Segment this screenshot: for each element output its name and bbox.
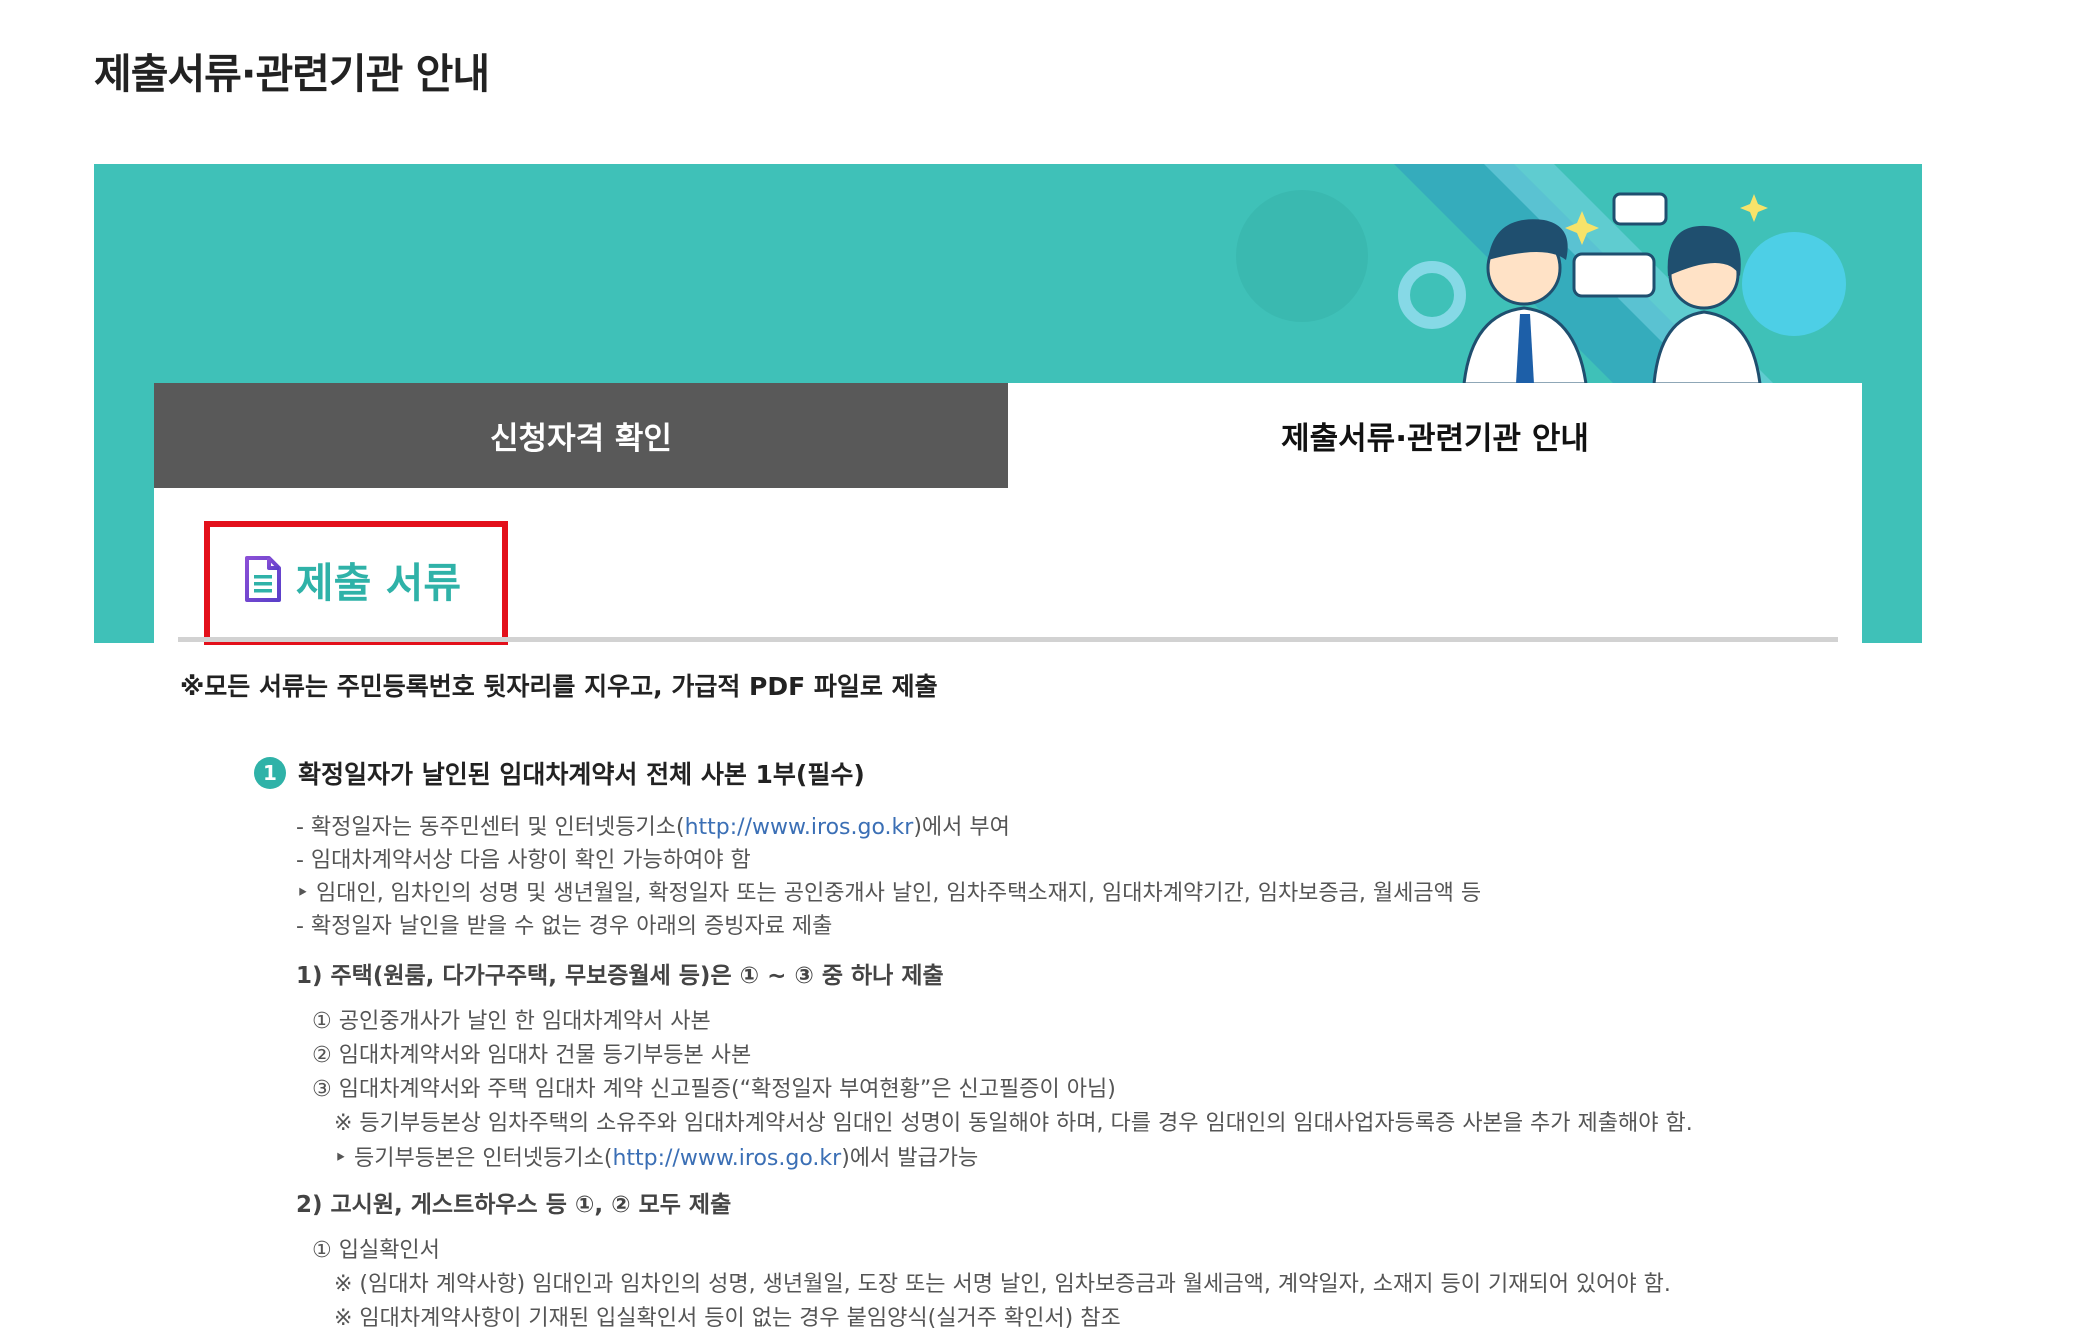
iros-link-2[interactable]: http://www.iros.go.kr [612, 1146, 841, 1171]
sub2-note-1: ※ (임대차 계약사항) 임대인과 임차인의 성명, 생년월일, 도장 또는 서… [334, 1272, 1671, 1297]
sub2-option-1: ① 입실확인서 [312, 1238, 440, 1263]
sub1-option-1: ① 공인중개사가 날인 한 임대차계약서 사본 [312, 1009, 711, 1034]
info-line-3: ‣ 임대인, 임차인의 성명 및 생년월일, 확정일자 또는 공인중개사 날인,… [296, 881, 1482, 906]
iros-link[interactable]: http://www.iros.go.kr [685, 815, 914, 840]
subsection-2-title: 2) 고시원, 게스트하우스 등 ①, ② 모두 제출 [296, 1192, 732, 1218]
document-icon [244, 556, 281, 602]
info-line-4: - 확정일자 날인을 받을 수 없는 경우 아래의 증빙자료 제출 [296, 914, 833, 939]
section-heading: 제출 서류 [204, 523, 501, 635]
tab-documents-agencies[interactable]: 제출서류·관련기관 안내 [1008, 383, 1862, 488]
page-title: 제출서류·관련기관 안내 [94, 50, 490, 98]
content-card: 신청자격 확인 제출서류·관련기관 안내 제출 서류 [154, 383, 1862, 645]
sub2-note-2: ※ 임대차계약사항이 기재된 입실확인서 등이 없는 경우 붙임양식(실거주 확… [334, 1306, 1121, 1331]
info-line-1: - 확정일자는 동주민센터 및 인터넷등기소(http://www.iros.g… [296, 815, 1010, 840]
section-divider [178, 637, 1838, 642]
sub1-option-3: ③ 임대차계약서와 주택 임대차 계약 신고필증(“확정일자 부여현황”은 신고… [312, 1077, 1116, 1102]
sub1-note-1: ※ 등기부등본상 임차주택의 소유주와 임대차계약서상 임대인 성명이 동일해야… [334, 1111, 1693, 1136]
subsection-1-title: 1) 주택(원룸, 다가구주택, 무보증월세 등)은 ① ~ ③ 중 하나 제출 [296, 963, 944, 989]
sub1-option-2: ② 임대차계약서와 임대차 건물 등기부등본 사본 [312, 1043, 752, 1068]
tab-eligibility-check[interactable]: 신청자격 확인 [154, 383, 1008, 488]
submission-notice: ※모든 서류는 주민등록번호 뒷자리를 지우고, 가급적 PDF 파일로 제출 [180, 672, 938, 701]
item-1-title: 확정일자가 날인된 임대차계약서 전체 사본 1부(필수) [298, 760, 865, 789]
number-badge: 1 [254, 757, 286, 789]
section-title: 제출 서류 [295, 559, 462, 607]
info-line-2: - 임대차계약서상 다음 사항이 확인 가능하여야 함 [296, 848, 751, 873]
item-1-heading: 1 확정일자가 날인된 임대차계약서 전체 사본 1부(필수) [254, 755, 865, 791]
sub1-note-2: ‣ 등기부등본은 인터넷등기소(http://www.iros.go.kr)에서… [334, 1146, 979, 1171]
